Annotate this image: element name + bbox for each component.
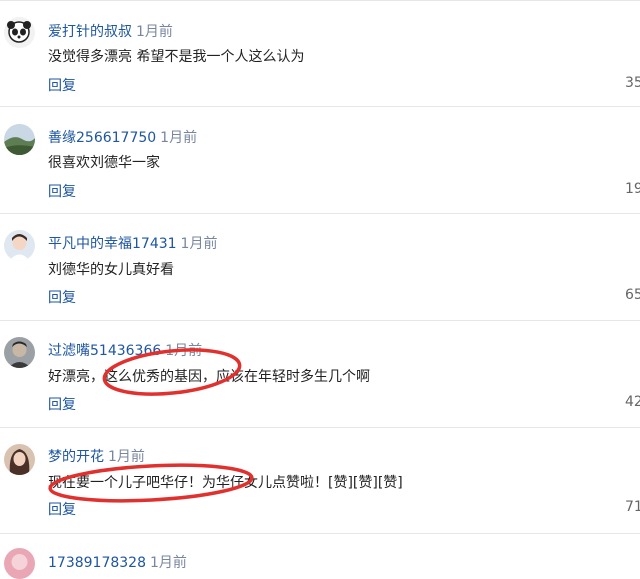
- comment-header: 爱打针的叔叔 1月前: [48, 21, 173, 41]
- comment-text: 好漂亮，这么优秀的基因，应该在年轻时多生几个啊: [48, 369, 370, 385]
- reply-button[interactable]: 回复: [48, 499, 76, 519]
- timestamp: 1月前: [108, 449, 145, 465]
- username-link[interactable]: 善缘256617750: [48, 130, 156, 146]
- like-count[interactable]: 42: [625, 394, 640, 410]
- comment-item: 17389178328 1月前: [0, 534, 640, 579]
- man-avatar-icon[interactable]: [4, 337, 35, 368]
- comment-item: 平凡中的幸福17431 1月前 刘德华的女儿真好看 回复 65: [0, 214, 640, 321]
- username-link[interactable]: 17389178328: [48, 555, 146, 571]
- username-link[interactable]: 爱打针的叔叔: [48, 24, 132, 40]
- comment-text: 刘德华的女儿真好看: [48, 262, 174, 278]
- comment-header: 平凡中的幸福17431 1月前: [48, 233, 217, 253]
- comment-text: 很喜欢刘德华一家: [48, 155, 160, 171]
- comment-text: 现在要一个儿子吧华仔！为华仔女儿点赞啦！[赞][赞][赞]: [48, 475, 403, 491]
- reply-button[interactable]: 回复: [48, 75, 76, 95]
- reply-button[interactable]: 回复: [48, 181, 76, 201]
- comment-item: 爱打针的叔叔 1月前 没觉得多漂亮 希望不是我一个人这么认为 回复 35: [0, 1, 640, 107]
- username-link[interactable]: 平凡中的幸福17431: [48, 236, 177, 252]
- comment-header: 过滤嘴51436366 1月前: [48, 340, 202, 360]
- like-count[interactable]: 35: [625, 75, 640, 91]
- timestamp: 1月前: [180, 236, 218, 252]
- like-count[interactable]: 19: [625, 181, 640, 197]
- landscape-avatar-icon[interactable]: [4, 124, 35, 155]
- reply-button[interactable]: 回复: [48, 394, 76, 414]
- timestamp: 1月前: [149, 555, 187, 571]
- comment-header: 善缘256617750 1月前: [48, 127, 197, 147]
- comment-item: 过滤嘴51436366 1月前 好漂亮，这么优秀的基因，应该在年轻时多生几个啊 回…: [0, 321, 640, 428]
- comment-header: 梦的开花 1月前: [48, 446, 145, 466]
- timestamp: 1月前: [165, 343, 203, 359]
- girl-avatar-icon[interactable]: [4, 230, 35, 261]
- comment-item: 梦的开花 1月前 现在要一个儿子吧华仔！为华仔女儿点赞啦！[赞][赞][赞] 回复…: [0, 428, 640, 534]
- comment-text: 没觉得多漂亮 希望不是我一个人这么认为: [48, 49, 305, 65]
- comment-header: 17389178328 1月前: [48, 552, 187, 572]
- comment-item: 善缘256617750 1月前 很喜欢刘德华一家 回复 19: [0, 107, 640, 214]
- woman-avatar-icon[interactable]: [4, 444, 35, 475]
- pink-avatar-icon[interactable]: [4, 548, 35, 579]
- panda-avatar-icon[interactable]: [4, 17, 35, 48]
- username-link[interactable]: 过滤嘴51436366: [48, 343, 161, 359]
- reply-button[interactable]: 回复: [48, 287, 76, 307]
- timestamp: 1月前: [136, 24, 173, 40]
- timestamp: 1月前: [160, 130, 198, 146]
- like-count[interactable]: 65: [625, 287, 640, 303]
- username-link[interactable]: 梦的开花: [48, 449, 104, 465]
- like-count[interactable]: 71: [625, 499, 640, 515]
